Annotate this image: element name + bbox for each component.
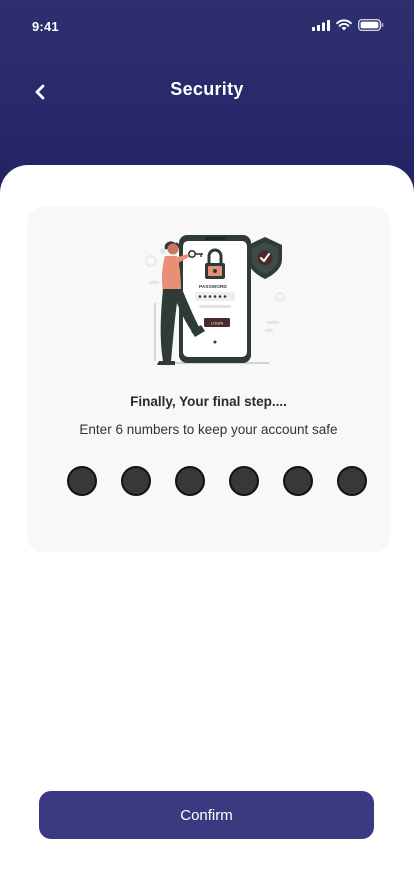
page-title: Security <box>170 79 244 99</box>
pin-digit-4[interactable] <box>229 466 259 496</box>
card-heading: Finally, Your final step.... <box>130 394 287 409</box>
pin-input-row <box>67 466 367 496</box>
confirm-button[interactable]: Confirm <box>39 791 374 839</box>
battery-icon <box>358 19 384 31</box>
signal-icon <box>312 19 330 31</box>
pin-digit-6[interactable] <box>337 466 367 496</box>
card-subtitle: Enter 6 numbers to keep your account saf… <box>79 422 338 437</box>
pin-digit-2[interactable] <box>121 466 151 496</box>
shield-check-icon <box>248 237 282 279</box>
nav-bar: Security <box>0 70 414 110</box>
pin-digit-5[interactable] <box>283 466 313 496</box>
illustration-password-label: PASSWORD <box>199 284 227 290</box>
pin-digit-3[interactable] <box>175 466 205 496</box>
status-time: 9:41 <box>32 19 59 34</box>
security-card: PASSWORD LOGIN Finally, Your final step.… <box>27 207 390 552</box>
illustration-login-label: LOGIN <box>211 320 224 325</box>
wifi-icon <box>336 19 352 31</box>
status-icons <box>312 19 384 31</box>
pin-digit-1[interactable] <box>67 466 97 496</box>
status-bar: 9:41 <box>0 0 414 50</box>
security-illustration: PASSWORD LOGIN <box>145 235 285 365</box>
